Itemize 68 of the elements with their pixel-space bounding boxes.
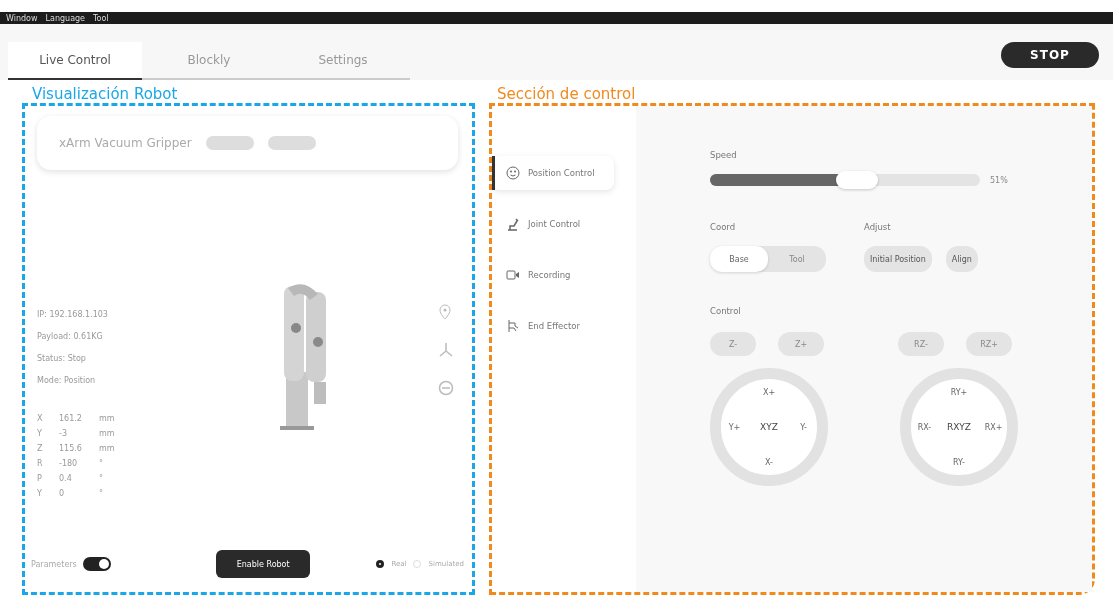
- nav-item[interactable]: Joint Control: [492, 207, 614, 241]
- parameters-toggle[interactable]: [82, 557, 111, 571]
- axis-label: X: [37, 414, 44, 423]
- unit-label: °: [99, 474, 104, 483]
- axis-value: -3: [59, 429, 68, 438]
- dial-direction[interactable]: RY+: [950, 387, 968, 397]
- robot-joint-icon: [506, 217, 520, 231]
- unit-label: mm: [99, 429, 116, 438]
- nav-item[interactable]: End Effector: [492, 309, 614, 343]
- axes-icon[interactable]: [438, 342, 454, 358]
- nav-item[interactable]: Recording: [492, 258, 614, 292]
- annotation-label: Sección de control: [497, 86, 636, 103]
- gripper-icon: [506, 319, 520, 333]
- dial-center-label: XYZ: [760, 422, 778, 432]
- menu-item[interactable]: Tool: [93, 13, 109, 23]
- jog-dial[interactable]: X+ Y+ XYZ Y- X-: [710, 368, 828, 486]
- axis-value: 161.2: [59, 414, 83, 423]
- speed-reading: 51%: [990, 175, 1008, 185]
- adjust-button[interactable]: Initial Position: [864, 246, 932, 272]
- axis-label: R: [37, 459, 44, 468]
- location-pin-icon[interactable]: [438, 304, 452, 320]
- dial-direction[interactable]: X+: [762, 387, 776, 397]
- info-text: Status: Stop: [37, 354, 87, 365]
- unit-label: mm: [99, 414, 116, 423]
- menu-item[interactable]: Language: [45, 13, 86, 23]
- info-text: IP: 192.168.1.103: [37, 310, 109, 321]
- adjust-label: Adjust: [864, 222, 892, 234]
- axis-label: Z: [37, 444, 44, 453]
- axis-value: 0.4: [59, 474, 73, 483]
- dial-direction[interactable]: RY-: [953, 457, 965, 467]
- parameters-label: Parameters: [31, 559, 77, 569]
- dial-direction[interactable]: X-: [765, 457, 773, 467]
- axis-label: Y: [37, 429, 43, 438]
- segment-option[interactable]: Base: [710, 246, 768, 272]
- axis-label: Y: [37, 489, 43, 498]
- dial-direction[interactable]: RX-: [917, 422, 932, 432]
- status-pill: [267, 136, 316, 150]
- adjust-button[interactable]: Align: [945, 246, 978, 272]
- axis-label: P: [37, 474, 43, 483]
- radio-button[interactable]: [375, 560, 384, 568]
- info-text: Payload: 0.61KG: [37, 332, 104, 343]
- nav-item[interactable]: Position Control: [492, 156, 614, 190]
- axis-value: -180: [59, 459, 79, 468]
- stop-button[interactable]: STOP: [1001, 42, 1099, 68]
- dial-center-label: RXYZ: [946, 422, 972, 432]
- coord-label: Coord: [710, 222, 737, 234]
- info-text: Mode: Position: [37, 376, 97, 387]
- unit-label: °: [99, 489, 104, 498]
- enable-robot-button[interactable]: Enable Robot: [216, 550, 311, 578]
- axis-value: 115.6: [59, 444, 83, 453]
- axis-value: 0: [59, 489, 66, 498]
- jog-dial[interactable]: RY+ RX- RXYZ RX+ RY-: [900, 368, 1018, 486]
- unit-label: °: [99, 459, 104, 468]
- unit-label: mm: [99, 444, 116, 453]
- tab[interactable]: Live Control: [8, 42, 142, 80]
- control-label: Control: [710, 306, 742, 318]
- gauge-icon: [506, 166, 520, 180]
- gripper-title: xArm Vacuum Gripper: [59, 136, 192, 150]
- menu-item[interactable]: Window: [6, 13, 38, 23]
- annotation-label: Visualización Robot: [32, 86, 179, 103]
- speed-slider[interactable]: [710, 174, 980, 186]
- status-pill: [205, 136, 254, 150]
- speed-label: Speed: [710, 150, 738, 162]
- dial-direction[interactable]: Y+: [728, 422, 741, 432]
- minus-circle-icon[interactable]: [438, 380, 454, 396]
- dial-direction[interactable]: RX+: [984, 422, 1003, 432]
- dial-direction[interactable]: Y-: [800, 422, 807, 432]
- video-camera-icon: [506, 269, 520, 281]
